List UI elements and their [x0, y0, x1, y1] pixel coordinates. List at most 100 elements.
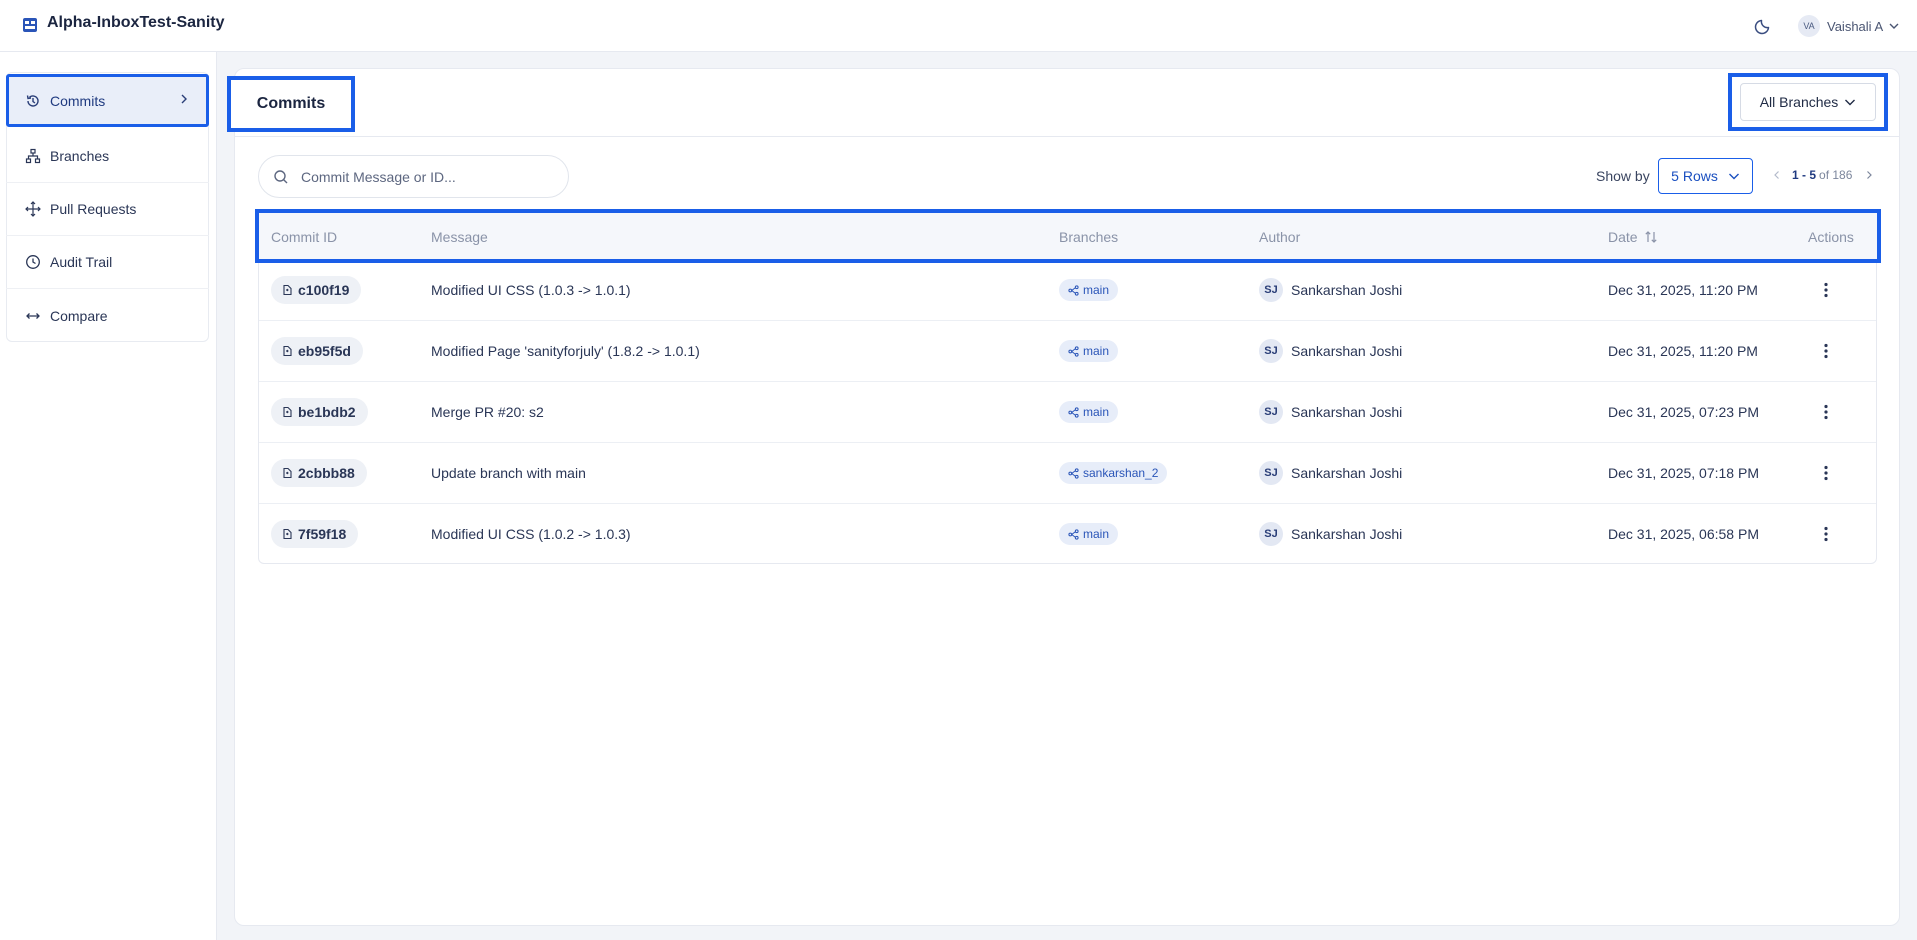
next-page-button[interactable] — [1864, 170, 1874, 180]
page-range: 1 - 5 — [1792, 168, 1817, 182]
sidebar-item-branches[interactable]: Branches — [6, 130, 209, 183]
sidebar-item-audit-trail[interactable]: Audit Trail — [6, 236, 209, 289]
history-icon — [24, 92, 42, 110]
chevron-down-icon — [1889, 23, 1899, 29]
table-row: be1bdb2 Merge PR #20: s2 main SJ Sankarshan … — [259, 382, 1876, 443]
search-input[interactable] — [301, 168, 541, 185]
branch-chip[interactable]: main — [1059, 279, 1119, 301]
column-header-author: Author — [1259, 229, 1301, 245]
avatar: VA — [1798, 15, 1820, 37]
app-logo-icon — [23, 18, 37, 32]
author-name: Sankarshan Joshi — [1291, 465, 1403, 481]
branch-name: main — [1083, 405, 1110, 419]
top-bar: Alpha-InboxTest-Sanity VA Vaishali A — [0, 0, 1917, 52]
table-row: c100f19 Modified UI CSS (1.0.3 -> 1.0.1) m… — [259, 260, 1876, 321]
dark-mode-moon-icon[interactable] — [1754, 15, 1774, 35]
commit-id: 2cbbb88 — [298, 465, 355, 481]
commit-icon — [283, 345, 292, 357]
commit-icon — [283, 528, 292, 540]
branch-filter-label: All Branches — [1759, 94, 1839, 110]
sidebar-item-commits[interactable]: Commits — [6, 74, 209, 127]
table-row: 2cbbb88 Update branch with main sankarshan… — [259, 443, 1876, 504]
commit-message: Update branch with main — [431, 465, 586, 481]
branch-icon — [1068, 467, 1079, 479]
commit-id: c100f19 — [298, 282, 350, 298]
commit-id: be1bdb2 — [298, 404, 356, 420]
branch-chip[interactable]: sankarshan_2 — [1059, 462, 1168, 484]
branch-chip[interactable]: main — [1059, 401, 1119, 423]
branch-name: main — [1083, 344, 1110, 358]
branch-icon — [1068, 528, 1079, 540]
column-header-actions: Actions — [1808, 229, 1854, 245]
row-actions-button[interactable] — [1816, 400, 1836, 424]
commit-message: Modified UI CSS (1.0.2 -> 1.0.3) — [431, 526, 631, 542]
search-box — [258, 155, 569, 198]
compare-arrows-icon — [24, 307, 42, 325]
chevron-right-icon — [181, 94, 187, 104]
commit-icon — [283, 406, 292, 418]
branch-name: main — [1083, 283, 1110, 297]
branch-filter-wrapper: All Branches — [1728, 73, 1888, 131]
chevron-left-icon — [1774, 171, 1779, 179]
author-name: Sankarshan Joshi — [1291, 282, 1403, 298]
column-header-message: Message — [431, 229, 488, 245]
sidebar-item-label: Pull Requests — [50, 201, 137, 217]
chevron-right-icon — [1867, 171, 1873, 179]
more-vertical-icon — [1824, 404, 1828, 420]
sidebar-item-compare[interactable]: Compare — [6, 289, 209, 342]
branch-filter-dropdown[interactable]: All Branches — [1740, 83, 1876, 121]
commit-id: eb95f5d — [298, 343, 351, 359]
more-vertical-icon — [1824, 282, 1828, 298]
sidebar-item-label: Audit Trail — [50, 254, 113, 270]
sort-icon — [1645, 231, 1658, 243]
search-icon — [274, 169, 288, 183]
more-vertical-icon — [1824, 343, 1828, 359]
row-actions-button[interactable] — [1816, 461, 1836, 485]
row-actions-button[interactable] — [1816, 339, 1836, 363]
commit-id-chip[interactable]: 2cbbb88 — [271, 459, 367, 487]
row-actions-button[interactable] — [1816, 522, 1836, 546]
branch-chip[interactable]: main — [1059, 523, 1119, 545]
commit-date: Dec 31, 2025, 11:20 PM — [1608, 282, 1758, 298]
table-row: 7f59f18 Modified UI CSS (1.0.2 -> 1.0.3) m… — [259, 504, 1876, 565]
branches-icon — [24, 147, 42, 165]
sidebar-item-pull-requests[interactable]: Pull Requests — [6, 183, 209, 236]
show-by-label: Show by — [1596, 168, 1650, 184]
chevron-down-icon — [1845, 99, 1856, 106]
commit-date: Dec 31, 2025, 07:23 PM — [1608, 404, 1759, 420]
sidebar-item-label: Branches — [50, 148, 110, 164]
commit-message: Modified UI CSS (1.0.3 -> 1.0.1) — [431, 282, 631, 298]
commit-id: 7f59f18 — [298, 526, 347, 542]
avatar: SJ — [1259, 522, 1283, 546]
rows-per-page-value: 5 Rows — [1671, 168, 1718, 184]
column-header-date[interactable]: Date — [1608, 229, 1658, 245]
commit-id-chip[interactable]: eb95f5d — [271, 337, 363, 365]
commit-icon — [283, 284, 292, 296]
user-menu[interactable]: VA Vaishali A — [1798, 13, 1900, 39]
commit-date: Dec 31, 2025, 11:20 PM — [1608, 343, 1758, 359]
page-title: Commits — [227, 76, 355, 132]
clock-icon — [24, 253, 42, 271]
author-name: Sankarshan Joshi — [1291, 404, 1403, 420]
sidebar-item-label: Commits — [50, 92, 106, 109]
branch-icon — [1068, 406, 1079, 418]
branch-name: main — [1083, 527, 1110, 541]
more-vertical-icon — [1824, 465, 1828, 481]
table-row: eb95f5d Modified Page 'sanityforjuly' (1.… — [259, 321, 1876, 382]
move-arrows-icon — [24, 200, 42, 218]
panel-divider — [234, 136, 1900, 137]
commit-message: Modified Page 'sanityforjuly' (1.8.2 -> … — [431, 343, 700, 359]
branch-chip[interactable]: main — [1059, 340, 1119, 362]
column-header-commit-id: Commit ID — [271, 229, 338, 245]
commit-id-chip[interactable]: 7f59f18 — [271, 520, 359, 548]
row-actions-button[interactable] — [1816, 278, 1836, 302]
avatar: SJ — [1259, 461, 1283, 485]
rows-per-page-select[interactable]: 5 Rows — [1658, 158, 1753, 194]
page-total: of 186 — [1819, 168, 1853, 182]
commit-id-chip[interactable]: c100f19 — [271, 276, 362, 304]
prev-page-button[interactable] — [1772, 170, 1782, 180]
branch-name: sankarshan_2 — [1083, 466, 1159, 480]
avatar: SJ — [1259, 339, 1283, 363]
sidebar-item-label: Compare — [50, 307, 108, 324]
commit-id-chip[interactable]: be1bdb2 — [271, 398, 368, 426]
